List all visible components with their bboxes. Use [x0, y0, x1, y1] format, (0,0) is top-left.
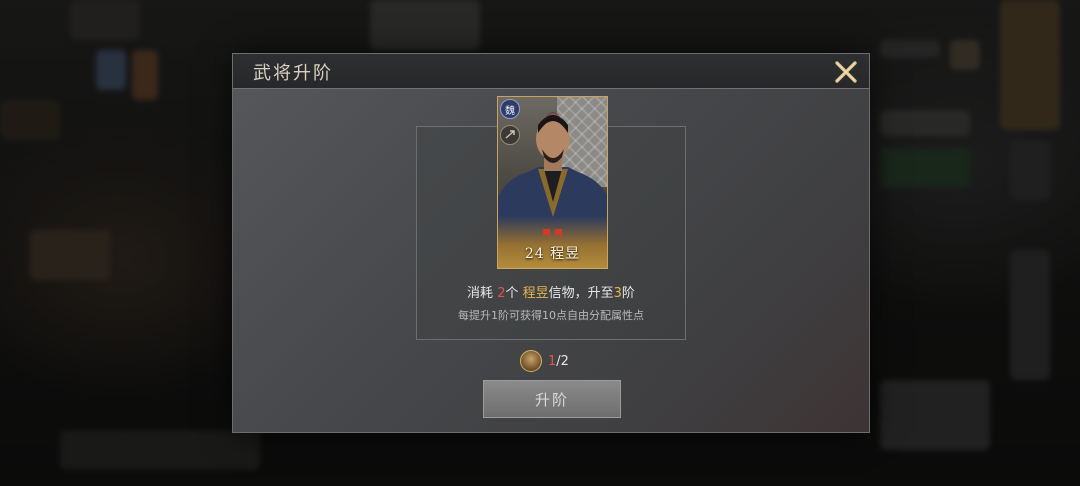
consume-text: 消耗 2个 程昱信物，升至3阶: [416, 282, 686, 301]
crossbow-arms-icon: [500, 125, 520, 145]
rank-chevron-icon: [541, 226, 565, 240]
token-icon[interactable]: [520, 350, 542, 372]
consume-item-suffix: 信物，升至: [548, 286, 614, 301]
target-stage: 3: [613, 286, 622, 301]
token-count-row: 1/2: [520, 350, 569, 372]
consume-prefix: 消耗: [467, 286, 498, 301]
close-icon[interactable]: [833, 59, 859, 85]
faction-badge: 魏: [500, 99, 520, 119]
advance-dialog: 武将升阶 魏 24 程昱 消耗 2个 程昱信物，升至3阶 每提升1阶可获得10点…: [233, 54, 869, 432]
hero-level: 24: [524, 246, 545, 262]
stage-suffix: 阶: [621, 286, 635, 301]
consume-unit: 个: [505, 286, 523, 301]
token-required: /2: [556, 353, 569, 369]
dialog-header: 武将升阶: [233, 54, 869, 89]
hero-level-name: 24 程昱: [498, 243, 607, 263]
token-count: 1/2: [548, 354, 569, 369]
consume-item-name: 程昱: [522, 286, 549, 301]
hero-name: 程昱: [550, 246, 581, 262]
dialog-title: 武将升阶: [253, 63, 333, 84]
advance-button[interactable]: 升阶: [483, 380, 621, 418]
hero-card[interactable]: 魏 24 程昱: [497, 96, 608, 269]
attribute-hint: 每提升1阶可获得10点自由分配属性点: [458, 309, 644, 322]
